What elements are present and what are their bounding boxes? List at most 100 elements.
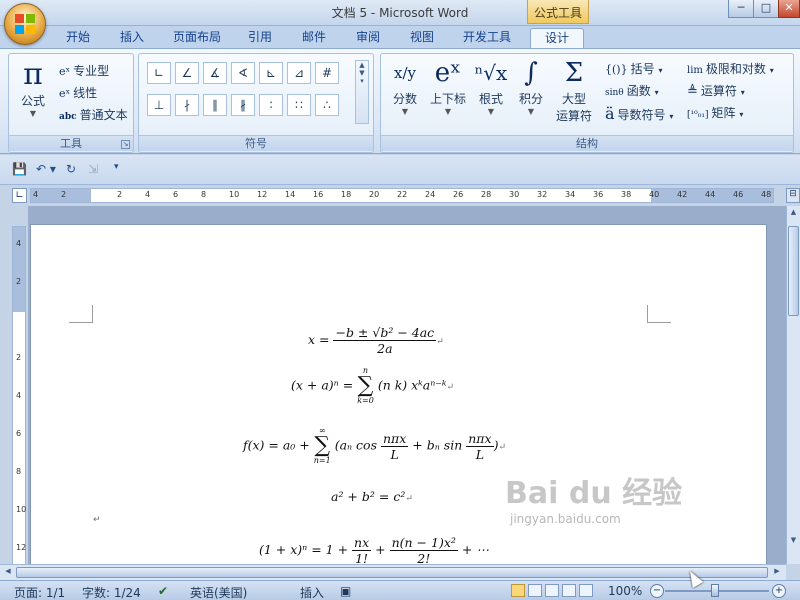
- undo-icon[interactable]: ↶ ▾: [36, 162, 56, 178]
- script-button[interactable]: eˣ 上下标 ▼: [425, 56, 471, 116]
- matrix-button[interactable]: [¹⁰₀₁] 矩阵 ▾: [687, 104, 743, 121]
- status-zoom-level[interactable]: 100%: [608, 584, 642, 598]
- vruler-number: 8: [16, 467, 22, 476]
- symbol-parallel[interactable]: ∥: [203, 94, 227, 116]
- print-layout-view-icon[interactable]: [511, 584, 525, 597]
- equation-pythagoras[interactable]: a² + b² = c²↵: [331, 489, 413, 504]
- fraction-button[interactable]: x/y 分数 ▼: [387, 56, 423, 116]
- ruler-number: 36: [593, 190, 604, 199]
- symbol-measured-angle[interactable]: ∡: [203, 62, 227, 84]
- equation-fourier[interactable]: f(x) = a₀ + ∞ ∑ n=1 (aₙ cos nπx L + bₙ si…: [243, 427, 506, 465]
- symbol-therefore[interactable]: ∴: [315, 94, 339, 116]
- symbol-spherical-angle[interactable]: ∢: [231, 62, 255, 84]
- tab-references[interactable]: 引用: [240, 28, 280, 48]
- professional-button[interactable]: eˣ 专业型: [59, 62, 109, 79]
- symbol-perpendicular[interactable]: ⊥: [147, 94, 171, 116]
- status-language[interactable]: 英语(美国): [190, 584, 247, 600]
- vertical-scrollbar[interactable]: ▲ ▼: [786, 206, 800, 564]
- scroll-up-icon[interactable]: ▲: [788, 208, 799, 220]
- summation-icon: n ∑ k=0: [357, 366, 374, 405]
- ruler-row: ∟ 4 2 2 4 6 8 10 12 14 16 18 20 22 24 26 28 30 32 34 36 38 40…: [0, 186, 800, 206]
- proofing-check-icon[interactable]: ✔: [158, 584, 168, 598]
- ruler-number: 44: [705, 190, 716, 199]
- contextual-tab-equation-tools[interactable]: 公式工具: [527, 0, 589, 24]
- accent-button[interactable]: ä 导数符号 ▾: [605, 104, 673, 123]
- customize-toolbar-icon[interactable]: ▾: [114, 162, 119, 178]
- tab-home[interactable]: 开始: [58, 28, 98, 48]
- symbol-hash[interactable]: #: [315, 62, 339, 84]
- scroll-left-icon[interactable]: ◀: [2, 567, 14, 578]
- limit-log-button[interactable]: lim 极限和对数 ▾: [687, 60, 774, 77]
- tab-developer[interactable]: 开发工具: [456, 28, 518, 48]
- zoom-out-icon[interactable]: −: [650, 584, 664, 598]
- status-bar: 页面: 1/1 字数: 1/24 ✔ 英语(美国) 插入 ▣ 100% − +: [0, 580, 800, 600]
- redo-icon[interactable]: ↻: [66, 162, 76, 178]
- equation-binomial-series[interactable]: (1 + x)ⁿ = 1 + nx 1! + n(n − 1)x² 2! + ⋯: [259, 535, 489, 564]
- radical-button[interactable]: ⁿ√x 根式 ▼: [473, 56, 509, 116]
- bracket-button[interactable]: {()} 括号 ▾: [605, 60, 662, 77]
- ruler-number: 2: [117, 190, 123, 199]
- dropdown-arrow-icon: ▾: [739, 110, 744, 119]
- status-word-count[interactable]: 字数: 1/24: [82, 584, 141, 600]
- horizontal-scrollbar[interactable]: ◀ ▶: [0, 564, 786, 580]
- ruler-number: 46: [733, 190, 744, 199]
- tab-view[interactable]: 视图: [402, 28, 442, 48]
- sum-icon: Σ: [564, 58, 584, 88]
- pi-icon: π: [23, 57, 43, 92]
- scroll-down-icon[interactable]: ▼: [788, 536, 799, 548]
- status-insert-mode[interactable]: 插入: [300, 584, 324, 600]
- format-painter-icon[interactable]: ⇲: [88, 162, 98, 178]
- minimize-button[interactable]: ─: [728, 0, 754, 18]
- zoom-slider-thumb[interactable]: [711, 584, 719, 597]
- function-button[interactable]: sinθ 函数 ▾: [605, 82, 659, 99]
- vertical-scroll-thumb[interactable]: [788, 226, 799, 316]
- vruler-number: 4: [16, 391, 22, 400]
- draft-view-icon[interactable]: [579, 584, 593, 597]
- horizontal-scroll-thumb[interactable]: [16, 567, 768, 578]
- operator-button[interactable]: ≜ 运算符 ▾: [687, 82, 745, 99]
- maximize-button[interactable]: □: [753, 0, 779, 18]
- horizontal-ruler[interactable]: 4 2 2 4 6 8 10 12 14 16 18 20 22 24 26 28 30 32 34 36 38 40 42…: [30, 188, 774, 203]
- office-button[interactable]: [4, 3, 46, 45]
- full-screen-reading-icon[interactable]: [528, 584, 542, 597]
- equation-button[interactable]: π 公式 ▼: [15, 57, 51, 119]
- tab-mailings[interactable]: 邮件: [294, 28, 334, 48]
- equation-binomial[interactable]: (x + a)ⁿ = n ∑ k=0 (n k) xᵏaⁿ⁻ᵏ↵: [291, 367, 454, 405]
- status-page[interactable]: 页面: 1/1: [14, 584, 65, 600]
- integral-button[interactable]: ∫ 积分 ▼: [513, 56, 549, 116]
- tab-review[interactable]: 审阅: [348, 28, 388, 48]
- symbol-not-parallel[interactable]: ∦: [231, 94, 255, 116]
- view-ruler-icon[interactable]: ⊟: [786, 188, 800, 203]
- tab-design[interactable]: 设计: [530, 28, 584, 48]
- web-layout-icon[interactable]: [545, 584, 559, 597]
- tab-selector-icon[interactable]: ∟: [12, 188, 27, 203]
- tab-page-layout[interactable]: 页面布局: [166, 28, 228, 48]
- symbols-gallery-scroll[interactable]: ▲ ▼ ▾: [355, 60, 369, 124]
- ruler-number: 4: [145, 190, 151, 199]
- vertical-ruler[interactable]: 4 2 2 4 6 8 10 12: [12, 226, 26, 566]
- close-button[interactable]: ✕: [778, 0, 800, 18]
- symbol-ratio[interactable]: ∶: [259, 94, 283, 116]
- scroll-right-icon[interactable]: ▶: [771, 567, 783, 578]
- script-icon: eˣ: [434, 58, 462, 88]
- normal-text-button[interactable]: abc 普通文本: [59, 106, 128, 123]
- crop-mark-top-left: [69, 305, 93, 323]
- large-operator-button[interactable]: Σ 大型 运算符: [551, 56, 597, 124]
- symbol-angle[interactable]: ∠: [175, 62, 199, 84]
- dropdown-arrow-icon: ▼: [444, 107, 452, 116]
- symbol-right-angle[interactable]: ∟: [147, 62, 171, 84]
- macro-record-icon[interactable]: ▣: [340, 584, 351, 598]
- office-logo-icon: [15, 14, 35, 34]
- save-icon[interactable]: 💾: [12, 162, 27, 178]
- equation-quadratic[interactable]: x = −b ± √b² − 4ac 2a ↵: [308, 325, 444, 356]
- linear-button[interactable]: eˣ 线性: [59, 84, 97, 101]
- symbol-right-angle-arc[interactable]: ⊾: [259, 62, 283, 84]
- symbol-not-divides[interactable]: ∤: [175, 94, 199, 116]
- symbol-proportion[interactable]: ∷: [287, 94, 311, 116]
- dialog-launcher-icon[interactable]: ↘: [121, 140, 130, 149]
- ruler-number: 26: [453, 190, 464, 199]
- zoom-in-icon[interactable]: +: [772, 584, 786, 598]
- symbol-right-triangle[interactable]: ⊿: [287, 62, 311, 84]
- outline-view-icon[interactable]: [562, 584, 576, 597]
- tab-insert[interactable]: 插入: [112, 28, 152, 48]
